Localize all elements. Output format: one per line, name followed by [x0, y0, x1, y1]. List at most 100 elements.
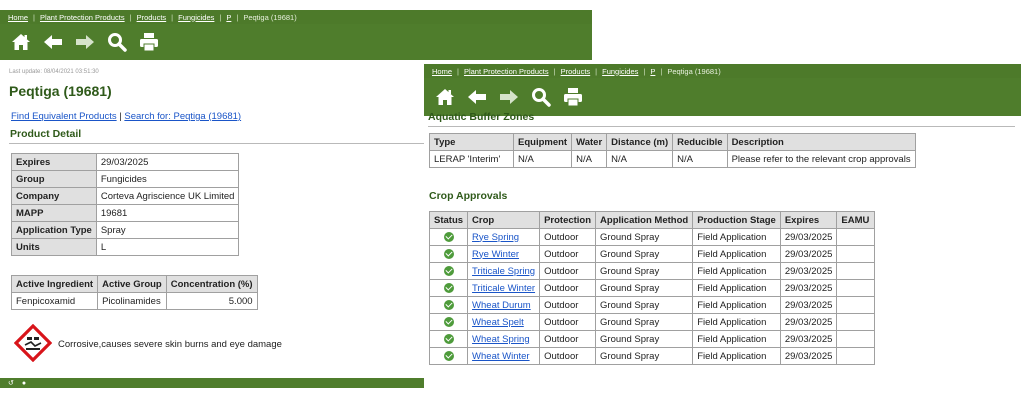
column-header: Active Ingredient — [10, 275, 99, 293]
home-icon[interactable] — [434, 86, 456, 108]
forward-arrow-icon[interactable] — [498, 86, 520, 108]
ingredient-group: Picolinamides — [97, 292, 167, 310]
search-for-link[interactable]: Search for: Peqtiga (19681) — [124, 111, 241, 122]
crop-cell: Wheat Durum — [467, 296, 541, 314]
production-stage-cell: Field Application — [692, 296, 781, 314]
column-header: Production Stage — [692, 211, 781, 229]
detail-value: Fungicides — [95, 170, 240, 188]
eamu-cell — [836, 296, 876, 314]
protection-cell: Outdoor — [539, 313, 597, 331]
crop-link[interactable]: Rye Spring — [472, 232, 519, 243]
table-row: Fenpicoxamid Picolinamides 5.000 — [10, 292, 258, 310]
breadcrumb-home[interactable]: Home — [8, 13, 28, 22]
print-small-icon[interactable]: ● — [22, 380, 26, 387]
production-stage-cell: Field Application — [692, 245, 781, 263]
product-detail-table: Expires 29/03/2025 Group Fungicides Compan… — [11, 153, 240, 256]
crop-link[interactable]: Triticale Spring — [472, 266, 535, 277]
refresh-icon[interactable]: ↺ — [8, 380, 14, 387]
table-row: Wheat Winter Outdoor Ground Spray Field … — [428, 347, 876, 365]
crop-link[interactable]: Wheat Winter — [472, 351, 530, 362]
crop-cell: Rye Winter — [467, 245, 541, 263]
column-header: Active Group — [97, 275, 167, 293]
ingredient-name: Fenpicoxamid — [10, 292, 99, 310]
crop-link[interactable]: Triticale Winter — [472, 283, 535, 294]
column-header: Application Method — [595, 211, 694, 229]
expires-cell: 29/03/2025 — [779, 330, 838, 348]
buffer-equipment: N/A — [512, 150, 573, 168]
crop-cell: Rye Spring — [467, 228, 541, 246]
detail-label: Units — [11, 238, 97, 256]
breadcrumb-fungicides[interactable]: Fungicides — [602, 67, 638, 76]
protection-cell: Outdoor — [539, 296, 597, 314]
crop-link[interactable]: Wheat Spring — [472, 334, 530, 345]
breadcrumb-current: Peqtiga (19681) — [243, 12, 297, 22]
breadcrumb-plant-protection-products[interactable]: Plant Protection Products — [464, 67, 549, 76]
crop-cell: Wheat Spring — [467, 330, 541, 348]
breadcrumb-home[interactable]: Home — [432, 67, 452, 76]
eamu-cell — [836, 279, 876, 297]
active-ingredients-table: Active Ingredient Active Group Concentra… — [10, 275, 258, 310]
print-icon[interactable] — [562, 86, 584, 108]
expires-cell: 29/03/2025 — [779, 245, 838, 263]
buffer-water: N/A — [571, 150, 608, 168]
breadcrumb-plant-protection-products[interactable]: Plant Protection Products — [40, 13, 125, 22]
divider — [428, 126, 1015, 127]
home-icon[interactable] — [10, 31, 32, 53]
buffer-description: Please refer to the relevant crop approv… — [726, 150, 916, 168]
breadcrumb-fungicides[interactable]: Fungicides — [178, 13, 214, 22]
approved-check-icon — [443, 350, 454, 361]
table-row: Wheat Spring Outdoor Ground Spray Field … — [428, 330, 876, 348]
crop-link[interactable]: Wheat Spelt — [472, 317, 524, 328]
column-header: Description — [726, 133, 916, 151]
find-equivalent-link[interactable]: Find Equivalent Products — [11, 111, 117, 122]
back-arrow-icon[interactable] — [466, 86, 488, 108]
crop-link[interactable]: Rye Winter — [472, 249, 519, 260]
application-method-cell: Ground Spray — [595, 228, 694, 246]
detail-value: L — [95, 238, 240, 256]
column-header: Protection — [539, 211, 597, 229]
breadcrumb-products[interactable]: Products — [561, 67, 591, 76]
search-icon[interactable] — [106, 31, 128, 53]
production-stage-cell: Field Application — [692, 313, 781, 331]
table-row: Application Type Spray — [11, 221, 240, 239]
buffer-type: LERAP 'Interim' — [429, 150, 514, 168]
table-header-row: Status Crop Protection Application Metho… — [428, 211, 876, 229]
breadcrumb-products[interactable]: Products — [137, 13, 167, 22]
crop-cell: Wheat Winter — [467, 347, 541, 365]
breadcrumb-p[interactable]: P — [650, 67, 655, 76]
column-header: Type — [429, 133, 514, 151]
protection-cell: Outdoor — [539, 262, 597, 280]
product-window-right: Home | Plant Protection Products | Product… — [424, 64, 1021, 394]
breadcrumb-p[interactable]: P — [226, 13, 231, 22]
eamu-cell — [836, 262, 876, 280]
application-method-cell: Ground Spray — [595, 313, 694, 331]
eamu-cell — [836, 330, 876, 348]
status-cell — [428, 245, 469, 263]
aquatic-buffer-table: Type Equipment Water Distance (m) Reduci… — [429, 133, 916, 168]
protection-cell: Outdoor — [539, 228, 597, 246]
crop-approvals-table: Status Crop Protection Application Metho… — [428, 211, 876, 365]
table-row: Triticale Spring Outdoor Ground Spray Fi… — [428, 262, 876, 280]
breadcrumb: Home | Plant Protection Products | Product… — [424, 64, 1021, 78]
crop-cell: Wheat Spelt — [467, 313, 541, 331]
protection-cell: Outdoor — [539, 330, 597, 348]
detail-label: Expires — [11, 153, 97, 171]
expires-cell: 29/03/2025 — [779, 279, 838, 297]
column-header: Distance (m) — [606, 133, 674, 151]
production-stage-cell: Field Application — [692, 279, 781, 297]
print-icon[interactable] — [138, 31, 160, 53]
search-icon[interactable] — [530, 86, 552, 108]
toolbar — [0, 24, 592, 60]
crop-link[interactable]: Wheat Durum — [472, 300, 531, 311]
expires-cell: 29/03/2025 — [779, 262, 838, 280]
eamu-cell — [836, 245, 876, 263]
protection-cell: Outdoor — [539, 245, 597, 263]
crop-approvals-heading: Crop Approvals — [429, 190, 508, 202]
expires-cell: 29/03/2025 — [779, 347, 838, 365]
forward-arrow-icon[interactable] — [74, 31, 96, 53]
column-header: Equipment — [512, 133, 573, 151]
corrosive-hazard-icon — [13, 323, 53, 365]
back-arrow-icon[interactable] — [42, 31, 64, 53]
crop-cell: Triticale Winter — [467, 279, 541, 297]
table-row: LERAP 'Interim' N/A N/A N/A N/A Please r… — [429, 150, 916, 168]
